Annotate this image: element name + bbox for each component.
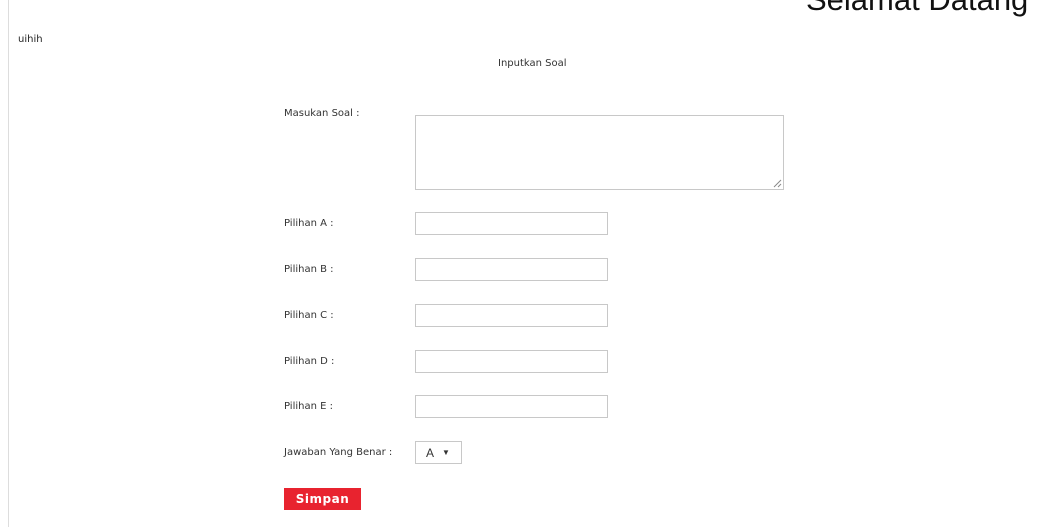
- question-textarea[interactable]: [415, 115, 784, 190]
- resize-grip-icon[interactable]: [773, 179, 782, 188]
- option-c-input[interactable]: [415, 304, 608, 327]
- option-e-input[interactable]: [415, 395, 608, 418]
- option-a-input[interactable]: [415, 212, 608, 235]
- option-d-label: Pilihan D :: [284, 356, 335, 367]
- option-d-input[interactable]: [415, 350, 608, 373]
- save-button[interactable]: Simpan: [284, 488, 361, 510]
- correct-answer-select[interactable]: A ▼: [415, 441, 462, 464]
- page: Selamat Datang uihih Inputkan Soal Masuk…: [0, 0, 1058, 527]
- left-divider: [8, 0, 9, 527]
- correct-answer-value: A: [426, 445, 435, 460]
- option-e-label: Pilihan E :: [284, 401, 333, 412]
- user-name-label: uihih: [18, 34, 43, 45]
- dropdown-arrow-icon: ▼: [442, 448, 450, 457]
- option-b-label: Pilihan B :: [284, 264, 334, 275]
- option-b-input[interactable]: [415, 258, 608, 281]
- correct-answer-label: Jawaban Yang Benar :: [284, 447, 393, 458]
- question-label: Masukan Soal :: [284, 108, 360, 119]
- option-a-label: Pilihan A :: [284, 218, 334, 229]
- option-c-label: Pilihan C :: [284, 310, 334, 321]
- form-title: Inputkan Soal: [498, 58, 567, 69]
- welcome-heading: Selamat Datang: [806, 0, 1028, 18]
